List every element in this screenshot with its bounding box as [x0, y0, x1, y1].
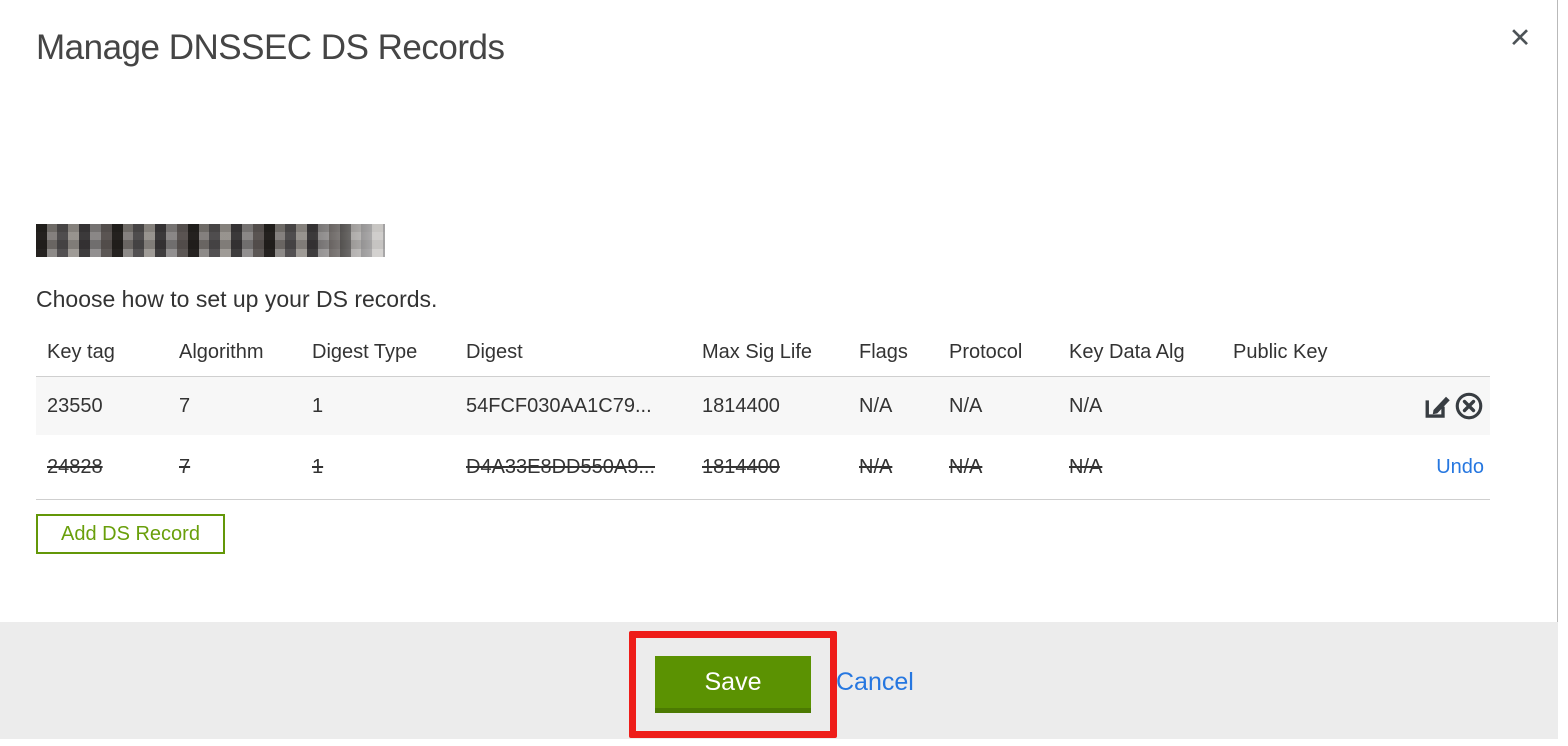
dnssec-modal-screen: Manage DNSSEC DS Records ✕ Choose how to…	[0, 0, 1568, 746]
table-row: 23550 7 1 54FCF030AA1C79... 1814400 N/A …	[36, 377, 1490, 435]
table-header-row: Key tag Algorithm Digest Type Digest Max…	[36, 328, 1490, 377]
cell-digest-type: 1	[312, 394, 324, 417]
col-header-digest: Digest	[466, 340, 523, 363]
delete-icon[interactable]	[1453, 391, 1484, 422]
cell-digest: D4A33E8DD550A9...	[466, 455, 656, 478]
ds-records-table: Key tag Algorithm Digest Type Digest Max…	[36, 328, 1490, 500]
row-actions	[1410, 391, 1490, 422]
cell-algorithm: 7	[179, 455, 191, 478]
col-header-max-sig-life: Max Sig Life	[702, 340, 813, 363]
cell-protocol: N/A	[949, 394, 983, 417]
col-header-key-data-alg: Key Data Alg	[1069, 340, 1185, 363]
instruction-text: Choose how to set up your DS records.	[36, 286, 438, 312]
save-button[interactable]: Save	[655, 656, 811, 713]
cell-key-tag: 23550	[47, 394, 103, 417]
cell-digest-type: 1	[312, 455, 324, 478]
add-ds-record-label: Add DS Record	[61, 522, 200, 545]
cell-key-data-alg: N/A	[1069, 394, 1103, 417]
col-header-protocol: Protocol	[949, 340, 1023, 363]
cell-key-tag: 24828	[47, 455, 103, 478]
cell-algorithm: 7	[179, 394, 191, 417]
add-ds-record-button[interactable]: Add DS Record	[36, 514, 225, 554]
close-icon[interactable]: ✕	[1502, 20, 1538, 56]
cell-protocol: N/A	[949, 455, 983, 478]
col-header-flags: Flags	[859, 340, 908, 363]
modal-window: Manage DNSSEC DS Records ✕ Choose how to…	[0, 0, 1558, 739]
row-actions: Undo	[1410, 456, 1490, 479]
cell-max-sig-life: 1814400	[702, 394, 780, 417]
col-header-algorithm: Algorithm	[179, 340, 264, 363]
cancel-link[interactable]: Cancel	[836, 668, 914, 697]
cell-flags: N/A	[859, 394, 893, 417]
redacted-domain-name	[36, 224, 385, 257]
page-title: Manage DNSSEC DS Records	[36, 28, 505, 67]
edit-icon[interactable]	[1421, 391, 1452, 422]
undo-link[interactable]: Undo	[1436, 456, 1484, 479]
table-row-deleted: 24828 7 1 D4A33E8DD550A9... 1814400 N/A …	[36, 435, 1490, 500]
col-header-key-tag: Key tag	[47, 340, 115, 363]
col-header-public-key: Public Key	[1233, 340, 1328, 363]
col-header-digest-type: Digest Type	[312, 340, 418, 363]
cell-key-data-alg: N/A	[1069, 455, 1103, 478]
cell-digest: 54FCF030AA1C79...	[466, 394, 652, 417]
cell-max-sig-life: 1814400	[702, 455, 780, 478]
cell-flags: N/A	[859, 455, 893, 478]
